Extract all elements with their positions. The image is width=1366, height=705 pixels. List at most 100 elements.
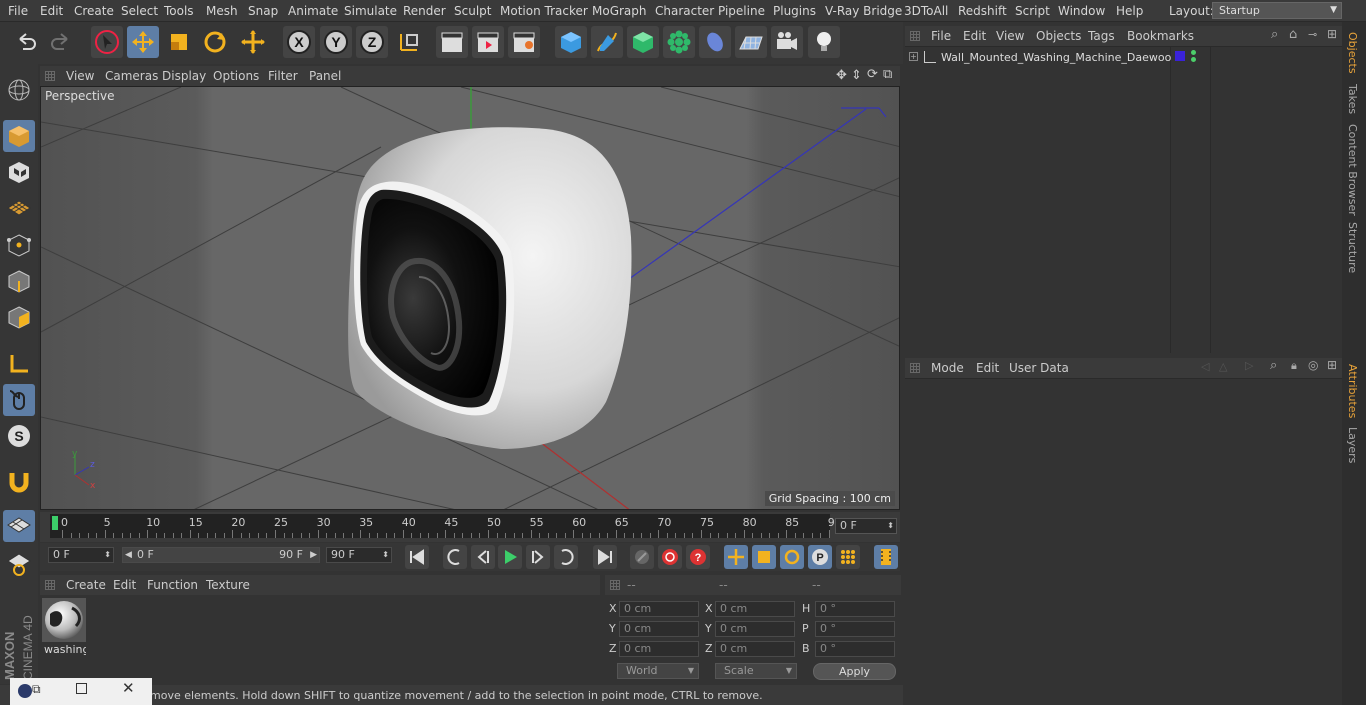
lock-icon[interactable]: 🔒︎ <box>1291 359 1297 373</box>
tab-content-browser[interactable]: Content Browser <box>1346 124 1359 216</box>
size-mode-dropdown[interactable]: Scale ▼ <box>715 663 797 679</box>
add-generator-button[interactable] <box>627 26 659 58</box>
record-keys-button[interactable] <box>630 545 654 569</box>
add-cube-button[interactable] <box>555 26 587 58</box>
object-menu-view[interactable]: View <box>996 29 1024 43</box>
menu-window[interactable]: Window <box>1058 4 1105 18</box>
pos-y-field[interactable]: 0 cm <box>619 621 699 637</box>
keyframe-selection-button[interactable]: ? <box>686 545 710 569</box>
viewport-menu-display[interactable]: Display <box>162 69 206 83</box>
forward-arrow-icon[interactable]: ▷ <box>1245 359 1253 372</box>
next-keyframe-button[interactable] <box>554 545 578 569</box>
menu-vray-bridge[interactable]: V-Ray Bridge <box>825 4 902 18</box>
menu-render[interactable]: Render <box>403 4 446 18</box>
max-time-field[interactable]: 90 F ⬍ <box>326 547 392 563</box>
object-menu-file[interactable]: File <box>931 29 951 43</box>
model-mode-button[interactable] <box>3 120 35 152</box>
go-to-end-button[interactable] <box>593 545 617 569</box>
snap-button[interactable] <box>3 466 35 498</box>
add-mograph-button[interactable] <box>663 26 695 58</box>
workplane-mode-button[interactable] <box>3 192 35 224</box>
menu-character[interactable]: Character <box>655 4 714 18</box>
min-time-field[interactable]: 0 F ⬍ <box>48 547 114 563</box>
menu-file[interactable]: File <box>8 4 28 18</box>
perspective-viewport[interactable]: Perspective Grid Spacing : 100 cm y z x <box>40 86 900 510</box>
scale-tool-button[interactable] <box>163 26 195 58</box>
timeline-window-button[interactable] <box>874 545 898 569</box>
menu-create[interactable]: Create <box>74 4 114 18</box>
pan-icon[interactable]: ✥ <box>836 68 847 83</box>
autokey-button[interactable] <box>658 545 682 569</box>
viewport-menu-options[interactable]: Options <box>213 69 259 83</box>
menu-select[interactable]: Select <box>121 4 158 18</box>
object-menu-edit[interactable]: Edit <box>963 29 986 43</box>
material-swatch[interactable]: washing <box>42 598 86 656</box>
attr-menu-mode[interactable]: Mode <box>931 361 964 375</box>
object-menu-tags[interactable]: Tags <box>1088 29 1115 43</box>
texture-mode-button[interactable] <box>3 156 35 188</box>
tab-structure[interactable]: Structure <box>1346 222 1359 273</box>
coordinate-space-dropdown[interactable]: World ▼ <box>617 663 699 679</box>
menu-mesh[interactable]: Mesh <box>206 4 238 18</box>
rotate-tool-button[interactable] <box>199 26 231 58</box>
attr-menu-user-data[interactable]: User Data <box>1009 361 1069 375</box>
make-editable-button[interactable] <box>3 74 35 106</box>
object-row[interactable]: + Wall_Mounted_Washing_Machine_Daewoo <box>905 50 1342 67</box>
time-range-slider[interactable]: ◀ 0 F 90 F ▶ <box>122 547 320 563</box>
render-view-button[interactable] <box>436 26 468 58</box>
search-icon[interactable]: ⌕ <box>1271 27 1278 42</box>
search-icon[interactable]: ⌕ <box>1270 358 1277 373</box>
menu-simulate[interactable]: Simulate <box>344 4 397 18</box>
object-menu-objects[interactable]: Objects <box>1036 29 1081 43</box>
size-z-field[interactable]: 0 cm <box>715 641 795 657</box>
menu-plugins[interactable]: Plugins <box>773 4 816 18</box>
home-icon[interactable]: ⌂ <box>1289 27 1297 42</box>
expand-icon[interactable]: + <box>909 52 918 61</box>
menu-pipeline[interactable]: Pipeline <box>718 4 765 18</box>
menu-mograph[interactable]: MoGraph <box>592 4 647 18</box>
restore-icon[interactable]: ⧉ <box>32 682 41 697</box>
key-rotation-button[interactable] <box>780 545 804 569</box>
object-menu-bookmarks[interactable]: Bookmarks <box>1127 29 1194 43</box>
live-selection-button[interactable] <box>91 26 123 58</box>
dolly-icon[interactable]: ⇕ <box>851 68 862 83</box>
coordinate-system-button[interactable] <box>393 26 425 58</box>
orbit-icon[interactable]: ⟳ <box>867 67 878 82</box>
material-menu-function[interactable]: Function <box>147 578 198 592</box>
layer-color-swatch[interactable] <box>1175 51 1185 61</box>
axis-mode-button[interactable] <box>3 348 35 380</box>
editor-visibility-dot[interactable] <box>1191 50 1196 55</box>
layout-dropdown[interactable]: Startup ▼ <box>1212 2 1342 19</box>
axis-z-button[interactable]: Z <box>356 26 388 58</box>
menu-snap[interactable]: Snap <box>248 4 278 18</box>
tab-layers[interactable]: Layers <box>1346 427 1359 463</box>
back-arrow-icon[interactable]: ◁ <box>1201 360 1209 373</box>
undo-button[interactable] <box>10 26 42 58</box>
solo-button[interactable]: S <box>3 420 35 452</box>
material-menu-texture[interactable]: Texture <box>206 578 250 592</box>
pos-x-field[interactable]: 0 cm <box>619 601 699 617</box>
size-x-field[interactable]: 0 cm <box>715 601 795 617</box>
redo-button[interactable] <box>45 26 77 58</box>
menu-help[interactable]: Help <box>1116 4 1143 18</box>
points-mode-button[interactable] <box>3 229 35 261</box>
render-settings-button[interactable] <box>508 26 540 58</box>
axis-y-button[interactable]: Y <box>320 26 352 58</box>
viewport-menu-panel[interactable]: Panel <box>309 69 341 83</box>
planar-workplane-button[interactable] <box>3 548 35 580</box>
menu-animate[interactable]: Animate <box>288 4 338 18</box>
render-picture-viewer-button[interactable] <box>472 26 504 58</box>
playhead[interactable] <box>52 516 58 530</box>
menu-script[interactable]: Script <box>1015 4 1050 18</box>
key-pla-button[interactable] <box>836 545 860 569</box>
rot-p-field[interactable]: 0 ° <box>815 621 895 637</box>
key-position-button[interactable] <box>724 545 748 569</box>
key-parameter-button[interactable]: P <box>808 545 832 569</box>
menu-edit[interactable]: Edit <box>40 4 63 18</box>
add-spline-button[interactable] <box>591 26 623 58</box>
target-icon[interactable]: ◎ <box>1308 358 1318 372</box>
new-panel-icon[interactable]: ⊞ <box>1327 358 1337 372</box>
play-button[interactable] <box>498 545 522 569</box>
rot-b-field[interactable]: 0 ° <box>815 641 895 657</box>
key-scale-button[interactable] <box>752 545 776 569</box>
